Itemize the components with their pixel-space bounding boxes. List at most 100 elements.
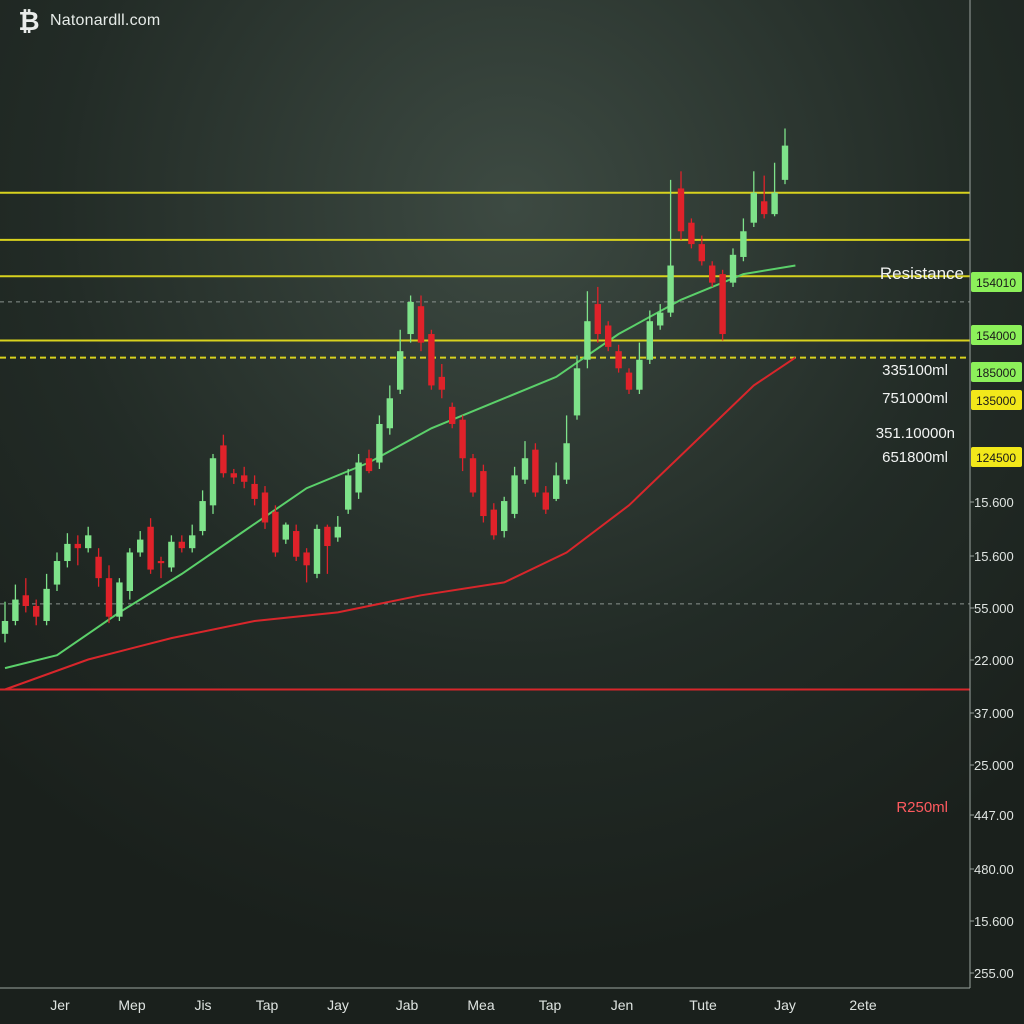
candle-body	[646, 321, 653, 360]
price-tag: 135000	[971, 390, 1022, 410]
price-tag: 185000	[971, 362, 1022, 382]
bear-candle	[428, 329, 435, 390]
candle-body	[584, 321, 591, 360]
candle-body	[95, 556, 102, 579]
candle-body	[729, 254, 737, 283]
candle-body	[137, 539, 144, 553]
brand[interactable]: ₿ Natonardll.com	[16, 8, 160, 34]
candle-body	[438, 376, 445, 390]
candle-body	[220, 445, 227, 474]
candle-body	[272, 511, 279, 553]
y-tick-label: 255.00	[974, 966, 1014, 981]
level-label: R250ml	[896, 799, 948, 816]
candle-body	[1, 620, 9, 634]
candle-body	[542, 492, 549, 510]
x-tick-label: Jab	[396, 997, 419, 1013]
level-label: 335100ml	[882, 362, 948, 379]
candle-body	[771, 192, 778, 215]
y-tick-label: 22.000	[974, 653, 1014, 668]
candle-body	[407, 301, 414, 335]
bull-candle	[116, 578, 123, 621]
candle-body	[625, 372, 633, 390]
y-tick-label: 37.000	[974, 706, 1014, 721]
candle-body	[74, 543, 81, 549]
price-tag-text: 154000	[976, 329, 1016, 343]
price-tag-text: 124500	[976, 451, 1016, 465]
y-tick-label: 15.600	[974, 549, 1014, 564]
y-tick-label: 447.00	[974, 808, 1014, 823]
x-tick-label: Tap	[539, 997, 562, 1013]
candle-body	[740, 231, 747, 257]
price-tag: 124500	[971, 447, 1022, 467]
candle-body	[126, 552, 133, 591]
bear-candle	[719, 269, 726, 341]
candle-body	[282, 524, 289, 540]
candle-body	[605, 325, 612, 347]
candle-body	[12, 599, 19, 621]
x-tick-label: Tute	[689, 997, 717, 1013]
bear-candle	[272, 505, 279, 557]
resistance-label: Resistance	[880, 264, 964, 283]
candle-body	[615, 351, 622, 369]
x-tick-label: Jen	[611, 997, 634, 1013]
candle-body	[532, 449, 539, 493]
bull-candle	[345, 468, 352, 514]
candle-body	[750, 192, 757, 223]
x-tick-label: Mep	[118, 997, 145, 1013]
candle-body	[199, 501, 206, 532]
candle-body	[677, 188, 685, 232]
candle-body	[64, 543, 71, 562]
level-label: 651800ml	[882, 449, 948, 466]
bitcoin-icon: ₿	[18, 6, 40, 36]
candle-body	[636, 359, 643, 390]
bear-candle	[532, 443, 539, 497]
y-tick-label: 25.000	[974, 758, 1014, 773]
candle-body	[303, 552, 310, 566]
candle-body	[521, 458, 529, 480]
x-tick-label: Mea	[467, 997, 494, 1013]
candle-body	[355, 462, 362, 493]
candle-body	[386, 398, 393, 429]
candle-body	[116, 582, 123, 617]
y-tick-label: 15.600	[974, 914, 1014, 929]
candle-body	[657, 312, 664, 326]
candle-body	[324, 526, 331, 547]
candle-body	[417, 306, 425, 343]
x-tick-label: Jer	[50, 997, 70, 1013]
bear-candle	[605, 321, 612, 352]
level-label: 351.10000n	[876, 425, 955, 442]
candle-body	[43, 588, 50, 621]
candle-body	[209, 458, 217, 506]
site-name: Natonardll.com	[50, 12, 161, 29]
candle-body	[313, 528, 321, 574]
candle-body	[147, 526, 154, 570]
candle-body	[22, 595, 29, 606]
candle-body	[667, 265, 674, 313]
candlestick-chart[interactable]: Jer Mep Jis Tap Jay Jab Mea Tap Jen Tute Jay 2ete 15…	[0, 0, 1024, 1024]
candle-body	[105, 578, 113, 617]
bear-candle	[469, 453, 477, 497]
price-tag: 154010	[971, 272, 1022, 292]
bull-candle	[209, 453, 217, 514]
candle-body	[594, 304, 601, 335]
x-tick-label: Tap	[256, 997, 279, 1013]
candle-body	[469, 458, 477, 493]
chart-stage: Jer Mep Jis Tap Jay Jab Mea Tap Jen Tute Jay 2ete 15…	[0, 0, 1024, 1024]
candle-body	[189, 535, 196, 549]
candle-body	[178, 541, 185, 549]
y-tick-label: 15.600	[974, 495, 1014, 510]
candle-body	[563, 443, 570, 480]
price-tag-text: 154010	[976, 276, 1016, 290]
candle-body	[168, 541, 175, 568]
price-tag: 154000	[971, 325, 1022, 345]
price-tag-text: 185000	[976, 366, 1016, 380]
candle-body	[345, 475, 352, 510]
candle-body	[428, 334, 435, 386]
candle-body	[251, 483, 258, 499]
candle-body	[573, 368, 581, 416]
candle-body	[553, 475, 560, 499]
candle-body	[365, 458, 373, 472]
level-label: 751000ml	[882, 390, 948, 407]
candle-body	[241, 475, 248, 482]
x-tick-label: Jis	[194, 997, 211, 1013]
